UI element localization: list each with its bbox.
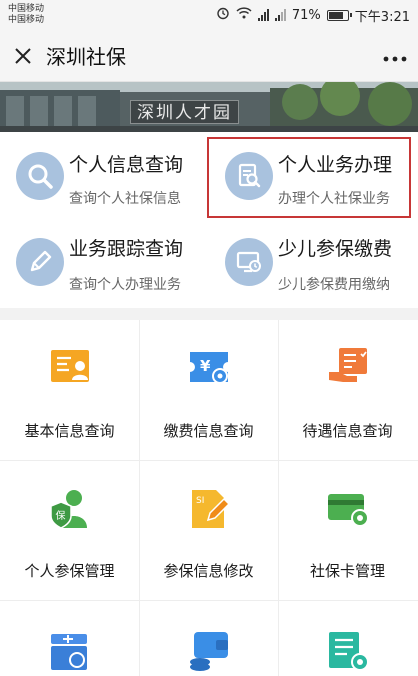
grid-item-social-card[interactable]: 社保卡管理 <box>278 460 417 600</box>
battery-percent: 71% <box>291 7 321 23</box>
quick-item-subtitle: 少儿参保费用缴纳 <box>278 277 390 293</box>
monitor-clock-icon <box>225 238 273 286</box>
grid-item-personal-insurance[interactable]: 保 个人参保管理 <box>0 460 139 600</box>
quick-item-title: 少儿参保缴费 <box>278 238 393 260</box>
service-grid: 基本信息查询 ¥ 缴费信息查询 待遇信息查询 保 个人参保管理 SI 参保信息修… <box>0 320 418 676</box>
signal-icon-1 <box>257 9 269 21</box>
svg-text:SI: SI <box>196 496 204 506</box>
grid-item-transfer[interactable] <box>0 600 139 676</box>
grid-item-label: 待遇信息查询 <box>302 422 393 440</box>
page-title: 深圳社保 <box>46 45 126 69</box>
nav-bar: 深圳社保 <box>0 30 418 82</box>
quick-item-personal-info[interactable]: 个人信息查询 查询个人社保信息 <box>0 132 209 220</box>
banner-image[interactable]: 深圳人才园 <box>0 82 418 132</box>
svg-text:保: 保 <box>56 509 66 522</box>
id-card-icon <box>51 350 89 382</box>
grid-item-label: 社保卡管理 <box>309 562 385 580</box>
battery-icon <box>326 9 352 21</box>
document-edit-icon: SI <box>192 490 231 528</box>
carrier-info: 中国移动 中国移动 <box>8 4 44 26</box>
wallet-coins-icon <box>190 632 228 671</box>
close-button[interactable] <box>0 47 46 65</box>
hand-document-icon <box>329 348 367 382</box>
list-gear-icon <box>329 632 369 671</box>
status-bar: 中国移动 中国移动 71% 下午3:21 <box>0 0 418 30</box>
grid-item-insurance-edit[interactable]: SI 参保信息修改 <box>139 460 278 600</box>
more-options-button[interactable] <box>372 43 418 68</box>
banner-sign: 深圳人才园 <box>130 100 239 124</box>
carrier-1: 中国移动 <box>8 4 45 14</box>
status-right: 71% 下午3:21 <box>216 6 410 25</box>
more-dots-icon <box>383 56 407 62</box>
card-gear-icon <box>328 494 369 527</box>
grid-item-label: 基本信息查询 <box>24 422 115 440</box>
grid-item-list-settings[interactable] <box>278 600 417 676</box>
grid-item-wallet[interactable] <box>139 600 278 676</box>
quick-item-business-tracking[interactable]: 业务跟踪查询 查询个人办理业务 <box>0 220 209 308</box>
highlight-box <box>207 137 411 218</box>
person-shield-icon: 保 <box>50 490 87 529</box>
wifi-icon <box>236 7 252 23</box>
grid-item-label: 个人参保管理 <box>24 562 115 580</box>
pencil-icon <box>16 238 64 286</box>
box-refresh-icon <box>51 634 87 670</box>
grid-item-benefits-info[interactable]: 待遇信息查询 <box>278 320 417 460</box>
grid-item-label: 参保信息修改 <box>163 562 254 580</box>
quick-item-title: 业务跟踪查询 <box>69 238 184 260</box>
quick-item-child-insurance[interactable]: 少儿参保缴费 少儿参保费用缴纳 <box>209 220 418 308</box>
grid-item-payment-info[interactable]: ¥ 缴费信息查询 <box>139 320 278 460</box>
clock-time: 下午3:21 <box>354 9 410 25</box>
quick-item-subtitle: 查询个人办理业务 <box>69 277 181 293</box>
yuan-ticket-icon: ¥ <box>190 352 228 384</box>
signal-icon-2 <box>274 9 286 21</box>
svg-text:¥: ¥ <box>200 357 211 375</box>
grid-item-label: 缴费信息查询 <box>163 422 254 440</box>
magnifier-icon <box>16 152 64 200</box>
carrier-2: 中国移动 <box>8 15 45 25</box>
quick-item-subtitle: 查询个人社保信息 <box>69 191 181 207</box>
close-icon <box>15 47 31 64</box>
alarm-icon <box>216 6 230 24</box>
quick-item-title: 个人信息查询 <box>69 154 184 176</box>
grid-item-basic-info[interactable]: 基本信息查询 <box>0 320 139 460</box>
